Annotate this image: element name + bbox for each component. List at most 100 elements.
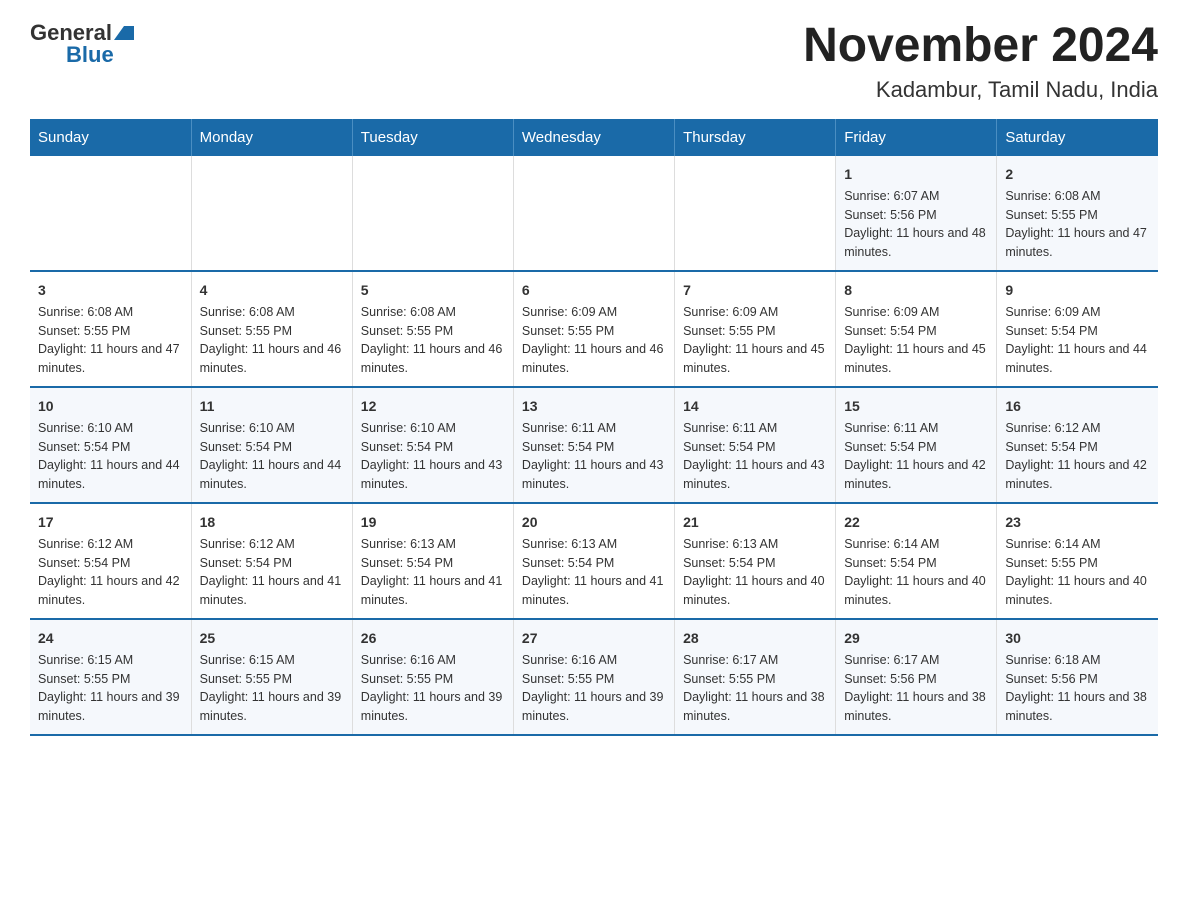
day-info: Sunrise: 6:11 AMSunset: 5:54 PMDaylight:… — [683, 419, 827, 494]
day-number: 26 — [361, 628, 505, 649]
calendar-cell: 23Sunrise: 6:14 AMSunset: 5:55 PMDayligh… — [997, 503, 1158, 619]
day-info: Sunrise: 6:11 AMSunset: 5:54 PMDaylight:… — [844, 419, 988, 494]
day-number: 2 — [1005, 164, 1150, 185]
day-number: 27 — [522, 628, 666, 649]
day-number: 6 — [522, 280, 666, 301]
day-info: Sunrise: 6:07 AMSunset: 5:56 PMDaylight:… — [844, 187, 988, 262]
calendar-cell: 28Sunrise: 6:17 AMSunset: 5:55 PMDayligh… — [675, 619, 836, 735]
day-info: Sunrise: 6:10 AMSunset: 5:54 PMDaylight:… — [200, 419, 344, 494]
calendar-cell — [352, 156, 513, 271]
header-saturday: Saturday — [997, 119, 1158, 156]
day-number: 20 — [522, 512, 666, 533]
calendar-cell: 17Sunrise: 6:12 AMSunset: 5:54 PMDayligh… — [30, 503, 191, 619]
day-number: 16 — [1005, 396, 1150, 417]
day-number: 7 — [683, 280, 827, 301]
day-number: 24 — [38, 628, 183, 649]
day-info: Sunrise: 6:08 AMSunset: 5:55 PMDaylight:… — [361, 303, 505, 378]
calendar-cell: 3Sunrise: 6:08 AMSunset: 5:55 PMDaylight… — [30, 271, 191, 387]
logo: General Blue — [30, 20, 136, 68]
logo-triangle-icon — [114, 26, 134, 40]
calendar-header-row: Sunday Monday Tuesday Wednesday Thursday… — [30, 119, 1158, 156]
calendar-cell: 7Sunrise: 6:09 AMSunset: 5:55 PMDaylight… — [675, 271, 836, 387]
day-info: Sunrise: 6:14 AMSunset: 5:55 PMDaylight:… — [1005, 535, 1150, 610]
day-info: Sunrise: 6:08 AMSunset: 5:55 PMDaylight:… — [38, 303, 183, 378]
header-friday: Friday — [836, 119, 997, 156]
day-number: 17 — [38, 512, 183, 533]
day-number: 8 — [844, 280, 988, 301]
day-info: Sunrise: 6:15 AMSunset: 5:55 PMDaylight:… — [38, 651, 183, 726]
page-title: November 2024 — [803, 20, 1158, 73]
calendar-week-row: 3Sunrise: 6:08 AMSunset: 5:55 PMDaylight… — [30, 271, 1158, 387]
day-info: Sunrise: 6:08 AMSunset: 5:55 PMDaylight:… — [200, 303, 344, 378]
day-number: 12 — [361, 396, 505, 417]
calendar-cell: 25Sunrise: 6:15 AMSunset: 5:55 PMDayligh… — [191, 619, 352, 735]
calendar-week-row: 1Sunrise: 6:07 AMSunset: 5:56 PMDaylight… — [30, 156, 1158, 271]
header-tuesday: Tuesday — [352, 119, 513, 156]
title-block: November 2024 Kadambur, Tamil Nadu, Indi… — [803, 20, 1158, 103]
day-info: Sunrise: 6:17 AMSunset: 5:56 PMDaylight:… — [844, 651, 988, 726]
page-subtitle: Kadambur, Tamil Nadu, India — [803, 77, 1158, 103]
calendar-cell: 9Sunrise: 6:09 AMSunset: 5:54 PMDaylight… — [997, 271, 1158, 387]
day-number: 10 — [38, 396, 183, 417]
day-info: Sunrise: 6:12 AMSunset: 5:54 PMDaylight:… — [1005, 419, 1150, 494]
day-number: 3 — [38, 280, 183, 301]
day-number: 11 — [200, 396, 344, 417]
calendar-cell: 24Sunrise: 6:15 AMSunset: 5:55 PMDayligh… — [30, 619, 191, 735]
calendar-table: Sunday Monday Tuesday Wednesday Thursday… — [30, 119, 1158, 736]
calendar-cell: 22Sunrise: 6:14 AMSunset: 5:54 PMDayligh… — [836, 503, 997, 619]
calendar-cell: 19Sunrise: 6:13 AMSunset: 5:54 PMDayligh… — [352, 503, 513, 619]
day-info: Sunrise: 6:10 AMSunset: 5:54 PMDaylight:… — [361, 419, 505, 494]
day-info: Sunrise: 6:13 AMSunset: 5:54 PMDaylight:… — [522, 535, 666, 610]
calendar-cell — [191, 156, 352, 271]
day-info: Sunrise: 6:09 AMSunset: 5:55 PMDaylight:… — [522, 303, 666, 378]
calendar-cell: 30Sunrise: 6:18 AMSunset: 5:56 PMDayligh… — [997, 619, 1158, 735]
day-info: Sunrise: 6:14 AMSunset: 5:54 PMDaylight:… — [844, 535, 988, 610]
calendar-cell: 27Sunrise: 6:16 AMSunset: 5:55 PMDayligh… — [513, 619, 674, 735]
calendar-cell: 11Sunrise: 6:10 AMSunset: 5:54 PMDayligh… — [191, 387, 352, 503]
calendar-cell: 16Sunrise: 6:12 AMSunset: 5:54 PMDayligh… — [997, 387, 1158, 503]
header-wednesday: Wednesday — [513, 119, 674, 156]
logo-blue-text: Blue — [66, 42, 114, 68]
day-info: Sunrise: 6:11 AMSunset: 5:54 PMDaylight:… — [522, 419, 666, 494]
day-info: Sunrise: 6:16 AMSunset: 5:55 PMDaylight:… — [361, 651, 505, 726]
day-number: 19 — [361, 512, 505, 533]
calendar-cell: 12Sunrise: 6:10 AMSunset: 5:54 PMDayligh… — [352, 387, 513, 503]
day-number: 14 — [683, 396, 827, 417]
page-header: General Blue November 2024 Kadambur, Tam… — [30, 20, 1158, 103]
calendar-cell: 15Sunrise: 6:11 AMSunset: 5:54 PMDayligh… — [836, 387, 997, 503]
header-monday: Monday — [191, 119, 352, 156]
day-info: Sunrise: 6:13 AMSunset: 5:54 PMDaylight:… — [361, 535, 505, 610]
day-number: 25 — [200, 628, 344, 649]
day-number: 18 — [200, 512, 344, 533]
day-info: Sunrise: 6:09 AMSunset: 5:55 PMDaylight:… — [683, 303, 827, 378]
calendar-cell: 1Sunrise: 6:07 AMSunset: 5:56 PMDaylight… — [836, 156, 997, 271]
day-info: Sunrise: 6:13 AMSunset: 5:54 PMDaylight:… — [683, 535, 827, 610]
day-number: 4 — [200, 280, 344, 301]
calendar-cell: 4Sunrise: 6:08 AMSunset: 5:55 PMDaylight… — [191, 271, 352, 387]
day-number: 15 — [844, 396, 988, 417]
calendar-cell: 2Sunrise: 6:08 AMSunset: 5:55 PMDaylight… — [997, 156, 1158, 271]
header-thursday: Thursday — [675, 119, 836, 156]
calendar-cell: 20Sunrise: 6:13 AMSunset: 5:54 PMDayligh… — [513, 503, 674, 619]
day-info: Sunrise: 6:16 AMSunset: 5:55 PMDaylight:… — [522, 651, 666, 726]
header-sunday: Sunday — [30, 119, 191, 156]
calendar-cell: 26Sunrise: 6:16 AMSunset: 5:55 PMDayligh… — [352, 619, 513, 735]
calendar-cell: 10Sunrise: 6:10 AMSunset: 5:54 PMDayligh… — [30, 387, 191, 503]
day-info: Sunrise: 6:12 AMSunset: 5:54 PMDaylight:… — [38, 535, 183, 610]
day-info: Sunrise: 6:12 AMSunset: 5:54 PMDaylight:… — [200, 535, 344, 610]
day-number: 30 — [1005, 628, 1150, 649]
calendar-cell: 29Sunrise: 6:17 AMSunset: 5:56 PMDayligh… — [836, 619, 997, 735]
day-info: Sunrise: 6:09 AMSunset: 5:54 PMDaylight:… — [844, 303, 988, 378]
calendar-week-row: 17Sunrise: 6:12 AMSunset: 5:54 PMDayligh… — [30, 503, 1158, 619]
day-info: Sunrise: 6:15 AMSunset: 5:55 PMDaylight:… — [200, 651, 344, 726]
day-info: Sunrise: 6:08 AMSunset: 5:55 PMDaylight:… — [1005, 187, 1150, 262]
day-number: 23 — [1005, 512, 1150, 533]
day-number: 21 — [683, 512, 827, 533]
day-number: 9 — [1005, 280, 1150, 301]
calendar-week-row: 10 Sunrise: 6:10 AMSunset: 5:54 PMDayligh… — [30, 387, 1158, 503]
day-info: Sunrise: 6:18 AMSunset: 5:56 PMDaylight:… — [1005, 651, 1150, 726]
calendar-cell: 13Sunrise: 6:11 AMSunset: 5:54 PMDayligh… — [513, 387, 674, 503]
calendar-week-row: 24Sunrise: 6:15 AMSunset: 5:55 PMDayligh… — [30, 619, 1158, 735]
day-number: 29 — [844, 628, 988, 649]
calendar-cell — [513, 156, 674, 271]
